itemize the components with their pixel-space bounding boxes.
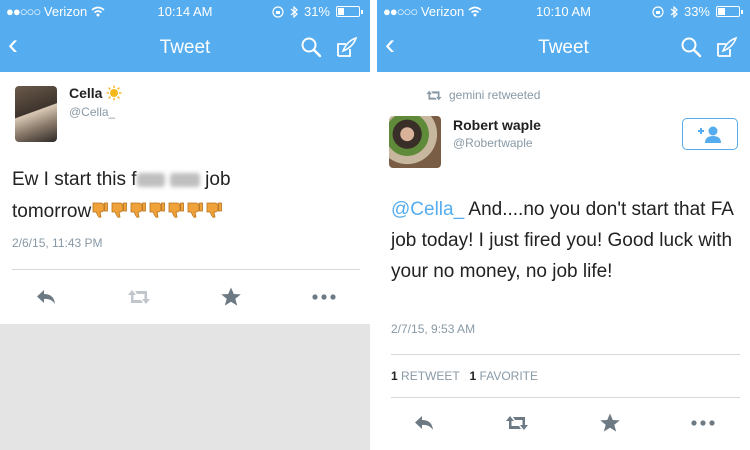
bluetooth-icon [670, 5, 678, 18]
divider [12, 269, 360, 270]
tweet-actions [0, 284, 370, 310]
tweet-text: @Cella_ And....no you don't start that F… [391, 199, 733, 282]
author-name: Cella [69, 85, 122, 101]
battery-area: 31% [272, 4, 363, 19]
battery-percent: 31% [303, 4, 330, 19]
author-handle: @Robertwaple [453, 136, 533, 150]
retweet-icon[interactable] [125, 285, 153, 309]
battery-percent: 33% [683, 4, 710, 19]
nav-bar: ‹ Tweet [377, 22, 750, 72]
tweet-stats: 1 RETWEET 1 FAVORITE [391, 369, 538, 383]
rotation-lock-icon [272, 5, 284, 18]
thumbs-down-emoji-icon [187, 202, 204, 218]
bluetooth-icon [290, 5, 298, 18]
favorite-icon[interactable] [217, 285, 245, 309]
retweet-icon[interactable] [503, 411, 531, 435]
more-icon[interactable] [689, 411, 717, 435]
tweet-timestamp: 2/7/15, 9:53 AM [391, 322, 476, 336]
sun-emoji-icon [106, 85, 122, 101]
tweet-card: Cella @Cella_ Ew I start this f job tomo… [0, 72, 370, 324]
divider [391, 354, 740, 355]
divider [391, 397, 740, 398]
thumbs-down-emoji-icon [168, 202, 185, 218]
compose-icon[interactable] [714, 35, 738, 59]
more-icon[interactable] [310, 285, 338, 309]
follow-icon [698, 126, 721, 143]
mention-link[interactable]: @Cella_ [391, 199, 464, 220]
retweet-count: 1 [391, 369, 398, 383]
left-screenshot: ●●○○○ Verizon 10:14 AM 31% ‹ Tweet Cella… [0, 0, 370, 450]
thumbs-down-emoji-row [91, 201, 224, 222]
avatar[interactable] [15, 86, 57, 142]
reply-icon[interactable] [32, 285, 60, 309]
retweet-label[interactable]: RETWEET [401, 369, 459, 383]
retweet-context: gemini retweeted [425, 88, 540, 102]
author-name: Robert waple [453, 117, 541, 133]
battery-area: 33% [652, 4, 743, 19]
avatar[interactable] [389, 116, 441, 168]
reply-icon[interactable] [410, 411, 438, 435]
thumbs-down-emoji-icon [92, 202, 109, 218]
compose-icon[interactable] [334, 35, 358, 59]
follow-button[interactable] [682, 118, 738, 150]
status-bar: ●●○○○ Verizon 10:10 AM 33% [377, 0, 750, 22]
thumbs-down-emoji-icon [206, 202, 223, 218]
favorite-count: 1 [469, 369, 477, 383]
thumbs-down-emoji-icon [130, 202, 147, 218]
tweet-card: gemini retweeted Robert waple @Robertwap… [377, 72, 750, 450]
censored-word [136, 172, 165, 187]
search-icon[interactable] [300, 36, 322, 58]
nav-bar: ‹ Tweet [0, 22, 370, 72]
battery-icon [716, 6, 743, 17]
battery-icon [336, 6, 363, 17]
status-bar: ●●○○○ Verizon 10:14 AM 31% [0, 0, 370, 22]
right-screenshot: ●●○○○ Verizon 10:10 AM 33% ‹ Tweet gemin… [377, 0, 750, 450]
favorite-label[interactable]: FAVORITE [480, 369, 538, 383]
thumbs-down-emoji-icon [111, 202, 128, 218]
censored-word [169, 172, 200, 187]
favorite-icon[interactable] [596, 411, 624, 435]
tweet-timestamp: 2/6/15, 11:43 PM [12, 236, 103, 250]
tweet-text: Ew I start this f job tomorrow [12, 169, 231, 222]
tweet-actions [377, 410, 750, 436]
rotation-lock-icon [652, 5, 664, 18]
thumbs-down-emoji-icon [149, 202, 166, 218]
retweet-small-icon [426, 90, 442, 100]
search-icon[interactable] [680, 36, 702, 58]
author-handle: @Cella_ [69, 105, 116, 119]
empty-area [0, 324, 370, 450]
